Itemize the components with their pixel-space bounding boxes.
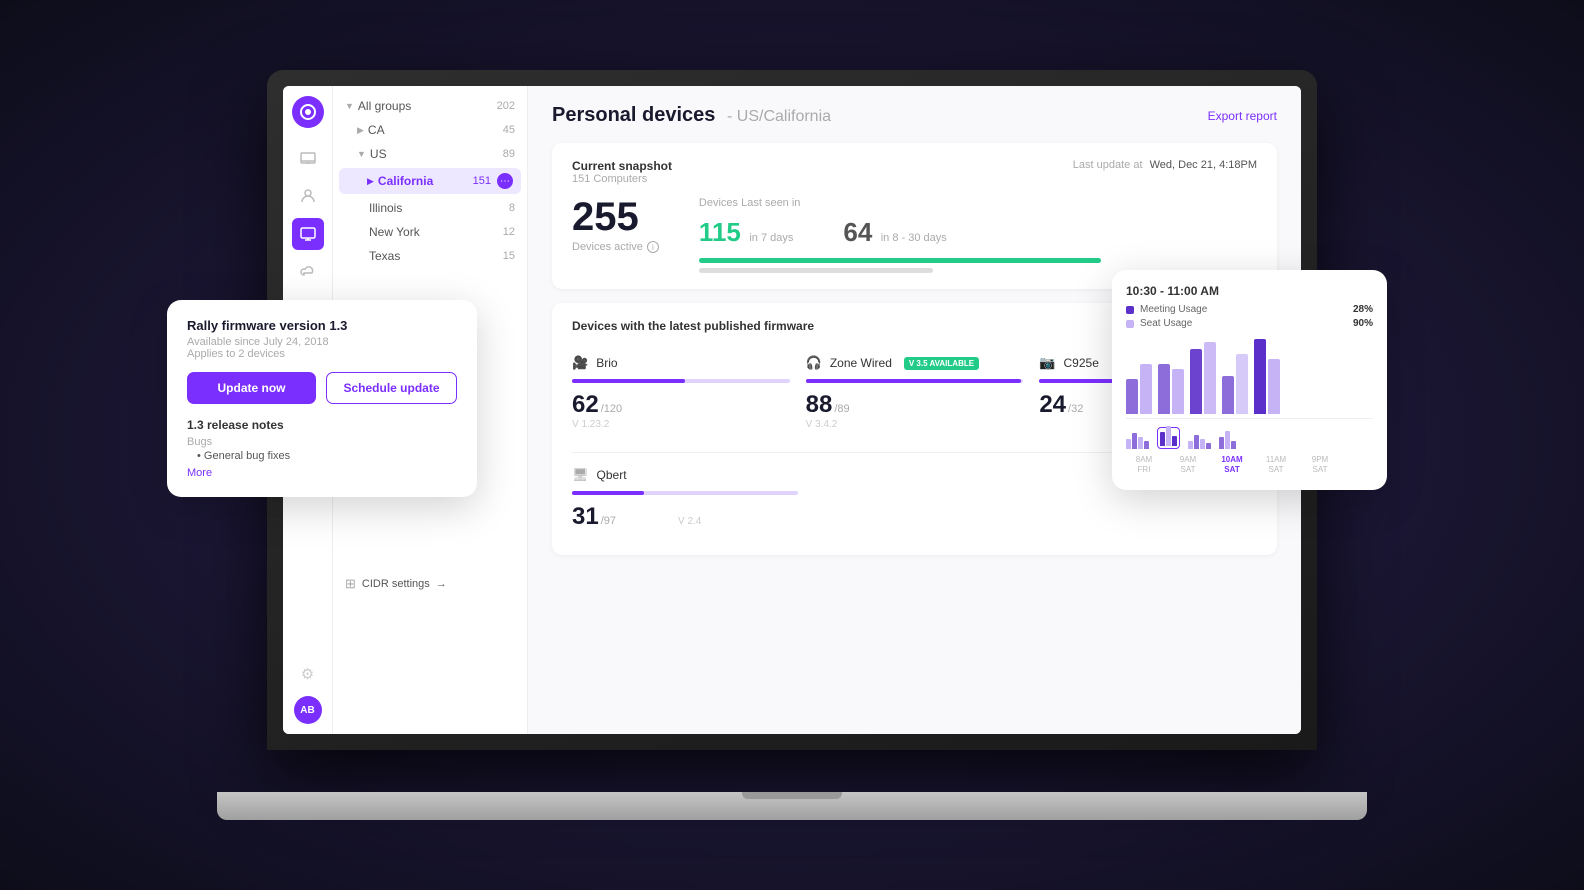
brio-count: 62 [572,391,599,419]
schedule-update-button[interactable]: Schedule update [326,372,457,404]
qbert-version: V 2.4 [678,516,701,527]
bugs-label: Bugs [187,436,457,448]
zone-wired-version: V 3.4.2 [806,419,1024,430]
sidebar-icon-monitor[interactable] [292,218,324,250]
sidebar-icon-settings[interactable]: ⚙ [292,658,324,690]
floating-firmware-card: Rally firmware version 1.3 Available sin… [167,300,477,497]
snapshot-computers: 151 Computers [572,173,672,185]
sidebar-icon-cloud[interactable] [292,256,324,288]
update-now-button[interactable]: Update now [187,372,316,404]
firmware-item-brio: 🎥 Brio 62 /120 V 1.23.2 [572,347,790,438]
sidebar-avatar[interactable]: AB [294,696,322,724]
group-item-california[interactable]: ▶ California 151 ⋯ [339,168,521,194]
fw-card-title: Rally firmware version 1.3 [187,318,457,333]
gray-number: 64 [843,217,872,247]
more-options-icon[interactable]: ⋯ [497,173,513,189]
group-item-new-york[interactable]: New York 12 [333,220,527,244]
zone-wired-icon: 🎧 [806,355,822,371]
sidebar-icon-users[interactable] [292,180,324,212]
floating-chart-card: 10:30 - 11:00 AM Meeting Usage 28% Seat … [1112,270,1387,490]
devices-active-label: Devices active i [572,241,659,253]
group-item-ca[interactable]: ▶ CA 45 [333,118,527,142]
page-title: Personal devices - US/California [552,104,831,127]
group-item-texas[interactable]: Texas 15 [333,244,527,268]
qbert-name: Qbert [597,468,627,482]
zone-wired-badge: V 3.5 AVAILABLE [904,357,979,370]
page-header: Personal devices - US/California Export … [552,104,1277,127]
qbert-icon: 🖥 [572,467,589,483]
devices-seen-section: Devices Last seen in 115 in 7 days 64 in… [699,197,1257,273]
bug-item: • General bug fixes [187,450,457,462]
c925e-count: 24 [1039,391,1066,419]
qbert-total: /97 [601,515,616,527]
brio-version: V 1.23.2 [572,419,790,430]
snapshot-card: Current snapshot 151 Computers Last upda… [552,143,1277,289]
sidebar-icon-logo[interactable] [292,96,324,128]
chart-legend-seat: Seat Usage 90% [1126,318,1373,329]
brio-icon: 🎥 [572,355,588,371]
more-link[interactable]: More [187,467,457,479]
brio-name: Brio [596,356,617,370]
green-number: 115 [699,217,741,247]
zone-wired-count: 88 [806,391,833,419]
sidebar-icon-devices[interactable] [292,142,324,174]
chart-legend-meeting: Meeting Usage 28% [1126,304,1373,315]
firmware-item-zone-wired: 🎧 Zone Wired V 3.5 AVAILABLE 88 /89 [806,347,1024,438]
zone-wired-name: Zone Wired [830,356,892,370]
c925e-name: C925e [1064,356,1099,370]
export-report-button[interactable]: Export report [1208,109,1277,123]
devices-seen-title: Devices Last seen in [699,197,1257,209]
last-update: Last update at Wed, Dec 21, 4:18PM [1073,159,1257,171]
fw-available-since: Available since July 24, 2018 [187,336,457,348]
c925e-icon: 📷 [1039,355,1055,371]
c925e-total: /32 [1068,403,1083,415]
green-label: in 7 days [749,232,793,244]
zone-wired-total: /89 [834,403,849,415]
chart-time-label: 10:30 - 11:00 AM [1126,284,1373,298]
release-notes-title: 1.3 release notes [187,418,457,432]
snapshot-title: Current snapshot [572,159,672,173]
gray-label: in 8 - 30 days [881,232,947,244]
fw-applies-to: Applies to 2 devices [187,348,457,360]
group-item-illinois[interactable]: Illinois 8 [333,196,527,220]
mini-charts-row [1126,427,1373,449]
cidr-settings[interactable]: ⊞ CIDR settings → [333,568,527,600]
group-item-us[interactable]: ▼ US 89 [333,142,527,166]
chart-bars [1126,339,1373,419]
qbert-count: 31 [572,503,599,531]
total-devices-number: 255 [572,197,659,237]
group-item-all[interactable]: ▼ All groups 202 [333,94,527,118]
brio-total: /120 [601,403,622,415]
